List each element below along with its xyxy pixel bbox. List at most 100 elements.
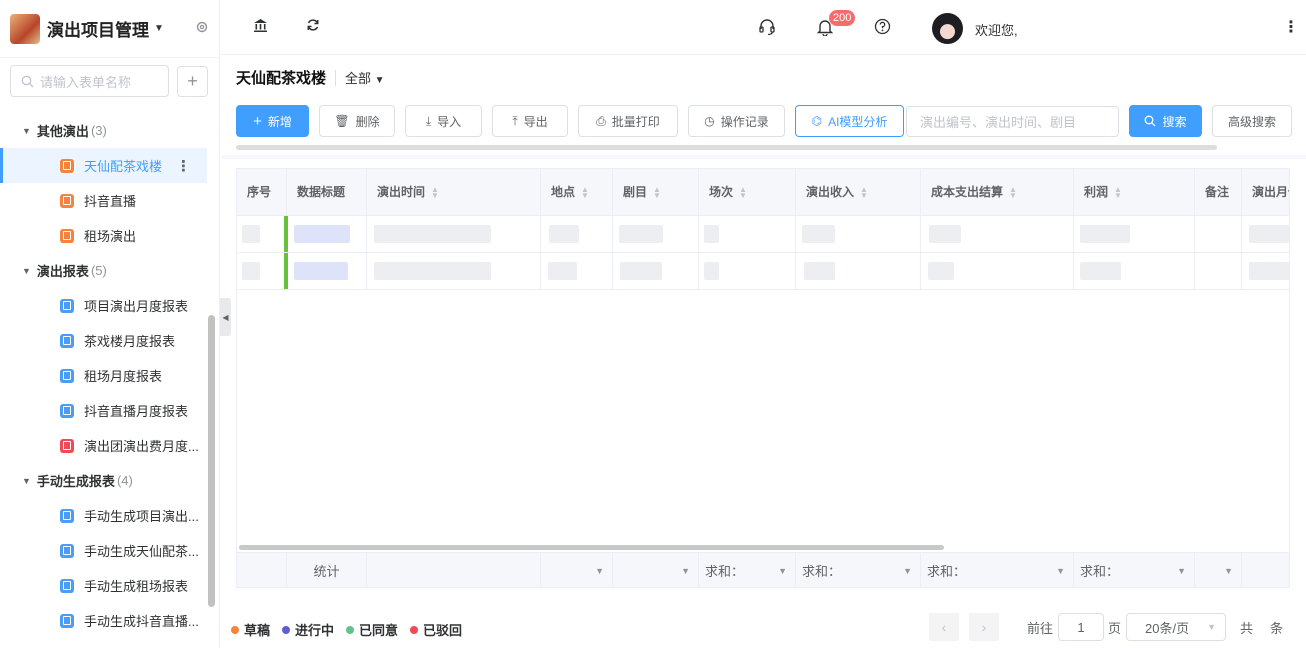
- batch-print-button[interactable]: ⎙ 批量打印: [578, 105, 678, 137]
- column-header[interactable]: 成本支出结算 ▲ ▼: [921, 169, 1074, 216]
- table-row[interactable]: [237, 216, 1289, 253]
- summary-select[interactable]: ▼: [1195, 553, 1242, 587]
- group-reports[interactable]: ▼ 演出报表 (5): [0, 253, 219, 288]
- summary-select[interactable]: 求和： ▼: [796, 553, 921, 587]
- form-icon: [60, 403, 74, 418]
- filter-select[interactable]: 全部 ▼: [345, 68, 385, 87]
- status-dot: [231, 625, 239, 634]
- sidebar-item-rental[interactable]: 租场演出: [0, 218, 219, 253]
- column-header[interactable]: 利润 ▲ ▼: [1074, 169, 1195, 216]
- summary-select[interactable]: 求和： ▼: [1074, 553, 1195, 587]
- column-header[interactable]: 数据标题: [287, 169, 367, 216]
- search-input[interactable]: 演出编号、演出时间、剧目: [906, 106, 1119, 137]
- column-header: 序号: [237, 169, 287, 216]
- sidebar-item-teahouse-monthly[interactable]: 茶戏楼月度报表: [0, 323, 219, 358]
- sort-icon[interactable]: ▲ ▼: [431, 185, 439, 199]
- help-icon[interactable]: [874, 18, 891, 38]
- more-vertical-icon[interactable]: ⋮: [176, 157, 191, 175]
- sidebar-collapse-toggle[interactable]: ◀: [220, 298, 231, 336]
- sort-icon[interactable]: ▲ ▼: [1009, 185, 1017, 199]
- column-header[interactable]: 剧目 ▲ ▼: [613, 169, 699, 216]
- operation-log-button[interactable]: ◷ 操作记录: [688, 105, 785, 137]
- column-header[interactable]: 场次 ▲ ▼: [699, 169, 796, 216]
- app-title: 演出项目管理: [47, 21, 149, 40]
- search-icon: [1145, 115, 1156, 127]
- headset-icon[interactable]: [758, 18, 776, 39]
- summary-select[interactable]: 求和： ▼: [921, 553, 1074, 587]
- form-icon: [60, 578, 74, 593]
- sidebar-item-rental-monthly[interactable]: 租场月度报表: [0, 358, 219, 393]
- search-label: 搜索: [1162, 114, 1187, 129]
- sort-icon[interactable]: ▲ ▼: [739, 185, 747, 199]
- column-header[interactable]: 演出收入 ▲ ▼: [796, 169, 921, 216]
- page-input[interactable]: 1: [1058, 613, 1104, 641]
- more-vertical-icon[interactable]: ⋮: [1283, 17, 1299, 37]
- avatar[interactable]: [932, 13, 963, 44]
- add-form-button[interactable]: +: [177, 65, 208, 97]
- form-icon: [60, 333, 74, 348]
- sidebar-item-manual-project[interactable]: 手动生成项目演出...: [0, 498, 219, 533]
- refresh-icon[interactable]: [306, 18, 320, 35]
- group-manual-reports[interactable]: ▼ 手动生成报表 (4): [0, 463, 219, 498]
- column-header[interactable]: 地点 ▲ ▼: [541, 169, 613, 216]
- form-search-input[interactable]: 请输入表单名称: [10, 65, 169, 97]
- search-button[interactable]: 搜索: [1129, 105, 1202, 137]
- sidebar-item-project-monthly[interactable]: 项目演出月度报表: [0, 288, 219, 323]
- add-button[interactable]: + 新增: [236, 105, 309, 137]
- sidebar-item-douyin-monthly[interactable]: 抖音直播月度报表: [0, 393, 219, 428]
- caret-down-icon: ▼: [374, 75, 385, 86]
- total-suffix: 条: [1270, 620, 1284, 636]
- bank-icon[interactable]: [253, 18, 268, 36]
- delete-button[interactable]: 🗑 删除: [319, 105, 395, 137]
- group-label: 演出报表: [36, 264, 89, 279]
- summary-select[interactable]: ▼: [541, 553, 613, 587]
- sidebar-item-manual-tianxianpei[interactable]: 手动生成天仙配茶...: [0, 533, 219, 568]
- sidebar-item-manual-douyin[interactable]: 手动生成抖音直播...: [0, 603, 219, 638]
- import-button[interactable]: ⤓ 导入: [405, 105, 482, 137]
- next-page-button[interactable]: ›: [969, 613, 999, 641]
- chevron-left-icon: ‹: [941, 619, 947, 635]
- ai-analysis-button[interactable]: ⌬ AI模型分析: [795, 105, 904, 137]
- toolbar-scrollbar[interactable]: [236, 145, 1217, 150]
- sort-icon[interactable]: ▲ ▼: [1114, 185, 1122, 199]
- sort-icon[interactable]: ▲ ▼: [860, 185, 868, 199]
- page-size-select[interactable]: 20条/页 ▼: [1126, 613, 1226, 641]
- group-other-shows[interactable]: ▼ 其他演出 (3): [0, 113, 219, 148]
- gear-icon[interactable]: [195, 20, 209, 38]
- table-scrollbar[interactable]: [239, 545, 944, 550]
- summary-select[interactable]: ▼: [613, 553, 699, 587]
- sidebar-item-douyin[interactable]: 抖音直播: [0, 183, 219, 218]
- sidebar-scrollbar[interactable]: [208, 315, 215, 607]
- export-button[interactable]: ⤒ 导出: [492, 105, 568, 137]
- table-row[interactable]: [237, 253, 1289, 290]
- notification-badge: 200: [829, 10, 856, 26]
- sort-icon[interactable]: ▲ ▼: [653, 185, 661, 199]
- sidebar-item-manual-rental[interactable]: 手动生成租场报表: [0, 568, 219, 603]
- sort-icon[interactable]: ▲ ▼: [581, 185, 589, 199]
- prev-page-button[interactable]: ‹: [929, 613, 959, 641]
- brand-header[interactable]: 演出项目管理 ▼: [0, 0, 219, 58]
- caret-down-icon[interactable]: ▼: [154, 23, 164, 34]
- sidebar-item-troupe-fee-monthly[interactable]: 演出团演出费月度...: [0, 428, 219, 463]
- summary-label: 统计: [287, 553, 367, 587]
- batch-print-label: 批量打印: [611, 114, 660, 129]
- sidebar-item-label: 手动生成租场报表: [84, 579, 189, 594]
- advanced-search-button[interactable]: 高级搜索: [1212, 105, 1292, 137]
- caret-down-icon: ▼: [681, 566, 690, 576]
- ai-analysis-label: AI模型分析: [828, 114, 888, 129]
- app-logo: [10, 13, 40, 44]
- column-header[interactable]: 备注: [1195, 169, 1242, 216]
- form-icon: [60, 368, 74, 383]
- divider: [222, 155, 1306, 159]
- data-table: 序号 数据标题 演出时间 ▲ ▼ 地点 ▲ ▼ 剧目 ▲ ▼ 场次 ▲ ▼ 演出收入 ▲ ▼ 成本支…: [236, 168, 1290, 588]
- column-header[interactable]: 演出时间 ▲ ▼: [367, 169, 541, 216]
- download-icon: ⤓: [425, 113, 432, 128]
- table-summary-row: 统计 ▼ ▼ 求和： ▼ 求和： ▼ 求和： ▼ 求和： ▼ ▼: [237, 552, 1289, 587]
- summary-select[interactable]: 求和： ▼: [699, 553, 796, 587]
- sidebar-item-label: 手动生成抖音直播...: [84, 614, 199, 629]
- form-tree: ▼ 其他演出 (3) 天仙配茶戏楼 ⋮ 抖音直播 租场演出 ▼ 演出报表 (5)…: [0, 113, 219, 643]
- sidebar-item-tianxianpei[interactable]: 天仙配茶戏楼 ⋮: [0, 148, 207, 183]
- column-header[interactable]: 演出月份: [1242, 169, 1289, 216]
- sidebar-item-label: 手动生成项目演出...: [84, 509, 199, 524]
- page-header: 天仙配茶戏楼 全部 ▼: [236, 67, 385, 88]
